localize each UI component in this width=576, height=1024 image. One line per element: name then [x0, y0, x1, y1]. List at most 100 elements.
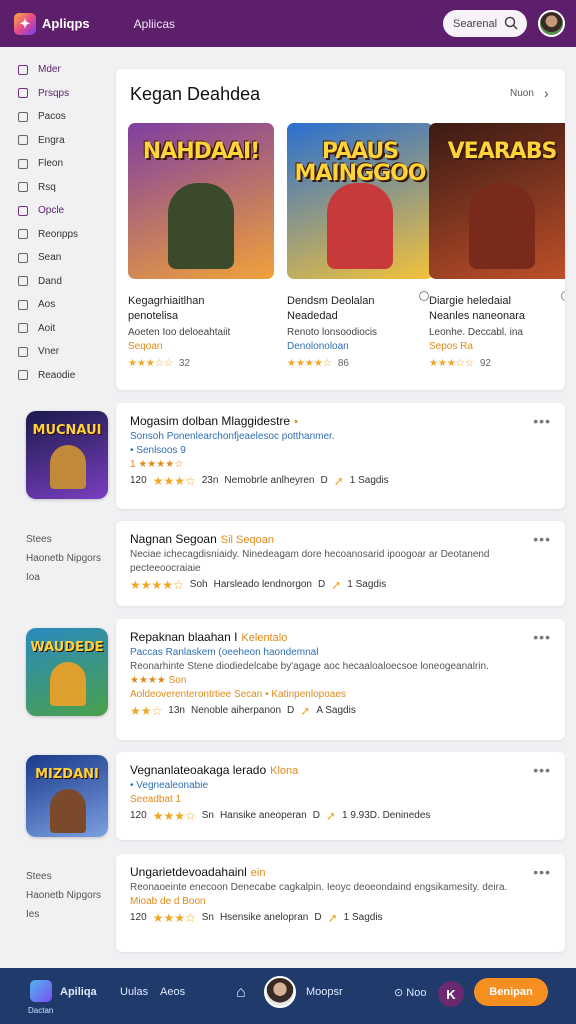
- thumbnail-title: MIZDANI: [35, 767, 99, 782]
- more-options-icon[interactable]: •••: [533, 629, 551, 645]
- info-icon[interactable]: [561, 291, 565, 301]
- game-thumbnail[interactable]: MIZDANI: [26, 755, 108, 837]
- row-meta-value: Sn: [201, 810, 214, 821]
- sidebar-item[interactable]: Dand: [14, 270, 110, 294]
- row-meta: 120 ★★★☆ Sn Hansike aneoperan D ➚ 1 9.93D. Den…: [130, 807, 551, 825]
- sidebar-item[interactable]: Reaodie: [14, 364, 110, 388]
- game-list-row[interactable]: Ungarietdevoadahainl ein Reonaoeinte eneco…: [116, 854, 565, 952]
- arrow-icon[interactable]: ➚: [326, 807, 336, 825]
- featured-game-card[interactable]: VEARABS Diargie heledaial Neanles naneonar…: [429, 123, 565, 369]
- sidebar-item[interactable]: Aoit: [14, 317, 110, 341]
- user-avatar[interactable]: [538, 10, 565, 37]
- search-placeholder: Searenal: [453, 17, 498, 30]
- bottom-settings-link[interactable]: ⊙ Noo: [394, 986, 426, 999]
- row-title[interactable]: Mogasim dolban Mlaggidestre •: [130, 413, 551, 430]
- more-options-icon[interactable]: •••: [533, 531, 551, 547]
- game-cover-image[interactable]: NAHDAAI!: [128, 123, 274, 279]
- game-title[interactable]: Diargie heledaial: [429, 294, 565, 309]
- row-line: pecteeoocraiaie: [130, 563, 201, 574]
- side-note-line: Ioa: [26, 572, 40, 583]
- sidebar-item-label: Reaodie: [38, 369, 76, 381]
- chevron-right-icon[interactable]: ›: [544, 85, 549, 101]
- sidebar-item-icon: [18, 370, 28, 381]
- thumbnail-title: WAUDEDE: [30, 640, 104, 655]
- game-list-row[interactable]: Vegnanlateoakaga lerado Klona • Vegnealeon…: [116, 752, 565, 840]
- game-cover-image[interactable]: VEARABS: [429, 123, 565, 279]
- sidebar-item[interactable]: Rsq: [14, 176, 110, 200]
- more-options-icon[interactable]: •••: [533, 413, 551, 429]
- row-title[interactable]: Ungarietdevoadahainl ein: [130, 864, 551, 881]
- row-rating-stars: ★★☆: [130, 704, 163, 718]
- game-category[interactable]: Seqoan: [128, 340, 274, 354]
- row-meta: 120 ★★★☆ Sn Hsensike anelopran D ➚ 1 Sagdis: [130, 909, 551, 927]
- row-title-text: Ungarietdevoadahainl: [130, 865, 247, 879]
- arrow-icon[interactable]: ➚: [328, 909, 338, 927]
- row-meta-right: 1 9.93D. Deninedes: [341, 810, 431, 821]
- bottom-brand[interactable]: Apiliqa: [60, 986, 97, 998]
- arrow-icon[interactable]: ➚: [331, 576, 341, 594]
- bottom-link-1[interactable]: Uulas: [120, 986, 148, 998]
- game-list-row[interactable]: Mogasim dolban Mlaggidestre • Sonsoh Ponen…: [116, 403, 565, 509]
- top-bar: ✦ Apliqps Apliicas Searenal: [0, 0, 576, 47]
- sidebar-item[interactable]: Aos: [14, 293, 110, 317]
- game-title[interactable]: Kegagrhiaitlhan: [128, 294, 274, 309]
- search-icon[interactable]: [504, 16, 518, 30]
- featured-section: Kegan Deahdea Nuon › NAHDAAI! Kegagrhiait…: [116, 69, 565, 390]
- game-list-row[interactable]: Repaknan blaahan I Kelentalo Paccas Ranlas…: [116, 619, 565, 740]
- bottom-avatar[interactable]: [264, 976, 296, 1008]
- row-meta-text: Nenoble aiherpanon: [190, 705, 282, 716]
- cta-button[interactable]: Benipan: [474, 978, 548, 1006]
- game-list-row[interactable]: Nagnan Segoan Sil Seqoan Neciae ichecagdis…: [116, 521, 565, 606]
- sidebar-item[interactable]: Pacos: [14, 105, 110, 129]
- featured-game-card[interactable]: NAHDAAI! Kegagrhiaitlhan penotelisa Aoeten …: [128, 123, 274, 369]
- game-category[interactable]: Denolonoloan: [287, 340, 433, 354]
- game-title[interactable]: Dendsm Deolalan: [287, 294, 433, 309]
- bottom-bar: Dactan Apiliqa Uulas Aeos ⌂ Moopsr ⊙ Noo…: [0, 968, 576, 1024]
- game-subtitle: Neanles naneonara: [429, 310, 526, 322]
- row-line: Paccas Ranlaskem (oeeheon haondemnal: [130, 647, 319, 658]
- bottom-profile-link[interactable]: Moopsr: [306, 986, 343, 998]
- arrow-icon[interactable]: ➚: [300, 702, 310, 720]
- app-logo-icon[interactable]: ✦: [14, 12, 36, 35]
- row-title[interactable]: Nagnan Segoan Sil Seqoan: [130, 531, 551, 548]
- sidebar-item-icon: [18, 205, 28, 216]
- side-note: Stees Haonetb Nipgors Ies: [26, 867, 101, 924]
- sidebar-item[interactable]: Opcle: [14, 199, 110, 223]
- row-line: • Vegnealeonabie: [130, 780, 209, 791]
- k-icon[interactable]: K: [438, 981, 464, 1007]
- bottom-link-2[interactable]: Aeos: [160, 986, 185, 998]
- sidebar-item[interactable]: Engra: [14, 129, 110, 153]
- row-title[interactable]: Repaknan blaahan I Kelentalo: [130, 629, 551, 646]
- sidebar-item[interactable]: Reonpps: [14, 223, 110, 247]
- arrow-icon[interactable]: ➚: [334, 472, 344, 490]
- row-meta-right: A Sagdis: [316, 705, 356, 716]
- game-character: [168, 183, 234, 269]
- row-rating-stars: ★★★☆: [152, 474, 196, 488]
- featured-game-card[interactable]: PAAUS MAINGGOO Dendsm Deolalan Neadedad Ren…: [287, 123, 433, 369]
- game-category[interactable]: Sepos Ra: [429, 340, 565, 354]
- side-note-line: Stees: [26, 534, 52, 545]
- game-thumbnail[interactable]: WAUDEDE: [26, 628, 108, 716]
- more-options-icon[interactable]: •••: [533, 762, 551, 778]
- sidebar-item[interactable]: Prsqps: [14, 82, 110, 106]
- brand-name[interactable]: Apliqps: [42, 16, 90, 31]
- sidebar-item-label: Aoit: [38, 322, 56, 334]
- featured-more-link[interactable]: Nuon: [510, 88, 534, 99]
- sidebar-item[interactable]: Fleon: [14, 152, 110, 176]
- sidebar-item-icon: [18, 158, 28, 169]
- home-icon[interactable]: ⌂: [236, 984, 246, 1002]
- sidebar-item[interactable]: Vner: [14, 340, 110, 364]
- info-icon[interactable]: [419, 291, 429, 301]
- sidebar-item[interactable]: Sean: [14, 246, 110, 270]
- game-thumbnail[interactable]: MUCNAUI: [26, 411, 108, 499]
- bottom-logo-icon[interactable]: [30, 980, 52, 1002]
- app-name-link[interactable]: Apliicas: [134, 17, 175, 31]
- row-title[interactable]: Vegnanlateoakaga lerado Klona: [130, 762, 551, 779]
- sidebar-item[interactable]: Mder: [14, 58, 110, 82]
- search-box[interactable]: Searenal: [443, 10, 527, 37]
- more-options-icon[interactable]: •••: [533, 864, 551, 880]
- game-cover-image[interactable]: PAAUS MAINGGOO: [287, 123, 433, 279]
- sidebar-item-label: Mder: [38, 64, 61, 76]
- row-line: Seeadbat 1: [130, 794, 182, 805]
- row-line: Reonarhinte Stene diodiedelcabe by'agage…: [130, 661, 489, 672]
